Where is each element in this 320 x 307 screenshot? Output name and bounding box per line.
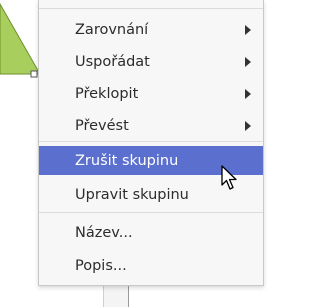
submenu-arrow-icon (245, 88, 251, 99)
menu-item-usporadat[interactable]: Uspořádat (39, 47, 263, 76)
menu-item-label: Zarovnání (75, 21, 149, 38)
menu-item-preklopit[interactable]: Překlopit (39, 79, 263, 108)
menu-item-label: Upravit skupinu (75, 186, 189, 203)
menu-item-label: Název... (75, 224, 133, 241)
menu-item-label: Překlopit (75, 85, 139, 102)
submenu-arrow-icon (245, 56, 251, 67)
menu-item-zarovnani[interactable]: Zarovnání (39, 15, 263, 44)
menu-item-nazev[interactable]: Název... (39, 218, 263, 247)
submenu-arrow-icon (245, 120, 251, 131)
menu-separator (39, 212, 263, 213)
selection-handle[interactable] (30, 70, 38, 78)
menu-item-label: Zrušit skupinu (75, 152, 179, 169)
arrow-cursor-icon (221, 165, 237, 190)
menu-item-popis[interactable]: Popis... (39, 251, 263, 280)
menu-separator (39, 8, 263, 9)
context-menu: Zarovnání Uspořádat Překlopit Převést Zr… (38, 0, 264, 286)
menu-separator (39, 141, 263, 142)
menu-item-prevest[interactable]: Převést (39, 111, 263, 140)
menu-item-label: Převést (75, 117, 129, 134)
submenu-arrow-icon (245, 24, 251, 35)
menu-item-label: Popis... (75, 257, 127, 274)
menu-item-label: Uspořádat (75, 53, 150, 70)
